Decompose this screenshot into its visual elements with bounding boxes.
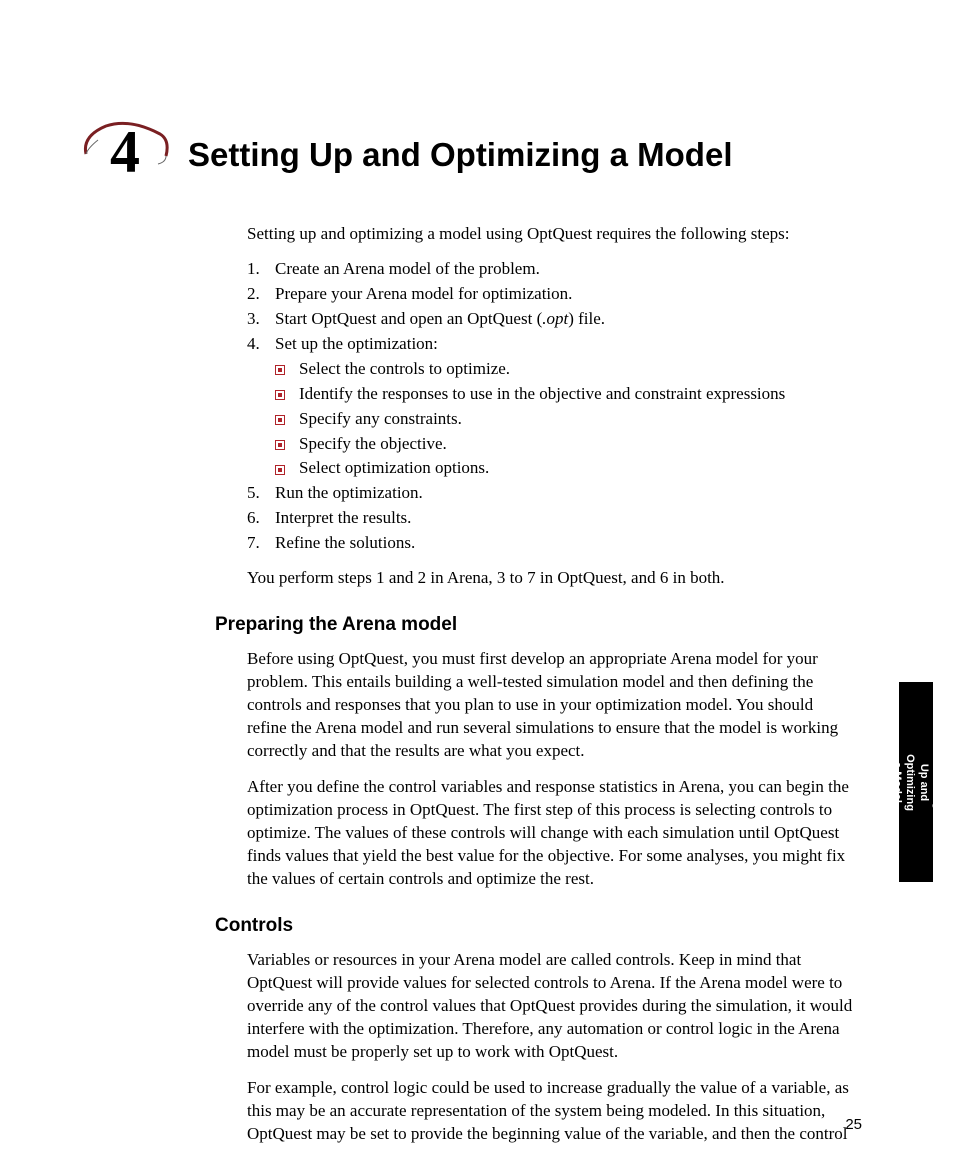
- list-text: Specify any constraints.: [299, 408, 462, 431]
- list-number: 2.: [247, 283, 275, 306]
- list-item: 1. Create an Arena model of the problem.: [247, 258, 857, 281]
- square-bullet-icon: [275, 459, 299, 476]
- square-bullet-icon: [275, 435, 299, 452]
- list-text: Set up the optimization:: [275, 333, 857, 356]
- chapter-header: 4 Setting Up and Optimizing a Model: [80, 126, 732, 184]
- list-item: 4. Set up the optimization:: [247, 333, 857, 356]
- intro-paragraph: Setting up and optimizing a model using …: [247, 223, 857, 246]
- side-tab: 4 • Setting Up and Optimizing a Model: [899, 682, 933, 882]
- list-item: 6. Interpret the results.: [247, 507, 857, 530]
- list-item: Identify the responses to use in the obj…: [275, 383, 857, 406]
- side-tab-label: 4 • Setting Up and Optimizing a Model: [889, 754, 944, 811]
- body-paragraph: Before using OptQuest, you must first de…: [247, 648, 857, 763]
- list-number: 1.: [247, 258, 275, 281]
- section-heading-controls: Controls: [215, 913, 857, 939]
- list-text: Interpret the results.: [275, 507, 857, 530]
- body-paragraph: After you define the control variables a…: [247, 776, 857, 891]
- list-text: Specify the objective.: [299, 433, 447, 456]
- list-item: Select optimization options.: [275, 457, 857, 480]
- page-number: 25: [845, 1115, 862, 1135]
- chapter-title: Setting Up and Optimizing a Model: [188, 133, 732, 178]
- section-heading-preparing: Preparing the Arena model: [215, 612, 857, 638]
- list-text: Select optimization options.: [299, 457, 489, 480]
- list-text: Create an Arena model of the problem.: [275, 258, 857, 281]
- content-area: Setting up and optimizing a model using …: [247, 223, 857, 1158]
- list-number: 6.: [247, 507, 275, 530]
- page: 4 Setting Up and Optimizing a Model Sett…: [0, 0, 954, 1163]
- list-item: 5. Run the optimization.: [247, 482, 857, 505]
- list-number: 5.: [247, 482, 275, 505]
- list-item: Specify the objective.: [275, 433, 857, 456]
- list-number: 4.: [247, 333, 275, 356]
- list-item: Specify any constraints.: [275, 408, 857, 431]
- list-text: Select the controls to optimize.: [299, 358, 510, 381]
- list-item: Select the controls to optimize.: [275, 358, 857, 381]
- list-text: Run the optimization.: [275, 482, 857, 505]
- body-paragraph: For example, control logic could be used…: [247, 1077, 857, 1146]
- square-bullet-icon: [275, 410, 299, 427]
- list-item: 2. Prepare your Arena model for optimiza…: [247, 283, 857, 306]
- list-item: 3. Start OptQuest and open an OptQuest (…: [247, 308, 857, 331]
- list-text: Start OptQuest and open an OptQuest (.op…: [275, 308, 857, 331]
- list-number: 7.: [247, 532, 275, 555]
- sub-list: Select the controls to optimize. Identif…: [275, 358, 857, 481]
- list-text: Prepare your Arena model for optimizatio…: [275, 283, 857, 306]
- square-bullet-icon: [275, 360, 299, 377]
- list-text: Identify the responses to use in the obj…: [299, 383, 785, 406]
- list-item: 7. Refine the solutions.: [247, 532, 857, 555]
- list-number: 3.: [247, 308, 275, 331]
- chapter-number: 4: [110, 112, 140, 193]
- chapter-ornament: 4: [80, 126, 170, 184]
- steps-list: 1. Create an Arena model of the problem.…: [247, 258, 857, 555]
- square-bullet-icon: [275, 385, 299, 402]
- list-text: Refine the solutions.: [275, 532, 857, 555]
- body-paragraph: Variables or resources in your Arena mod…: [247, 949, 857, 1064]
- steps-note: You perform steps 1 and 2 in Arena, 3 to…: [247, 567, 857, 590]
